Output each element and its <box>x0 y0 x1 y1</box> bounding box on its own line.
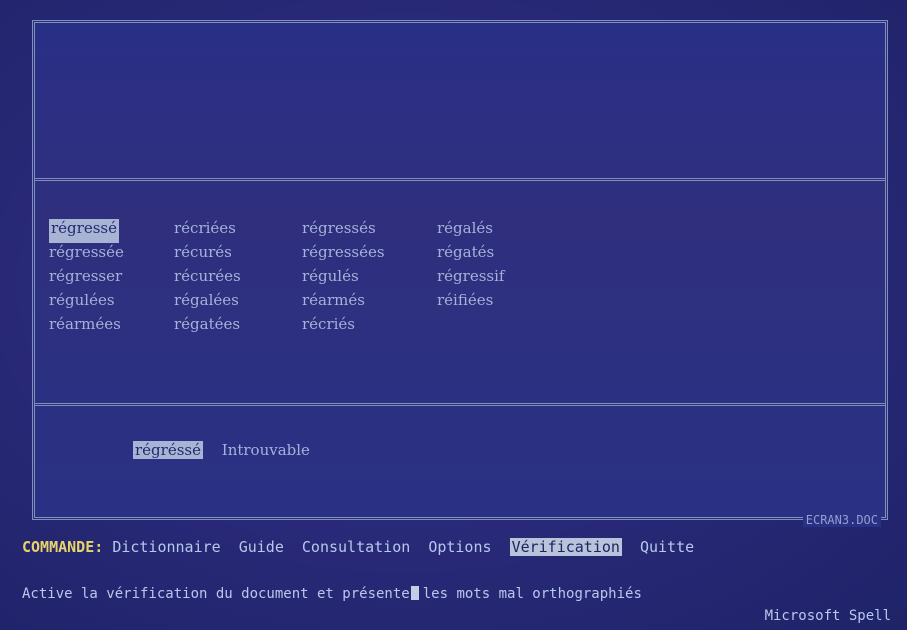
suggestion-item[interactable]: récurés <box>174 243 302 267</box>
suggestion-item[interactable]: récriées <box>174 219 302 243</box>
suggestion-item[interactable]: réifiées <box>437 291 567 315</box>
suggestion-item[interactable]: régressée <box>49 243 174 267</box>
menu-item-dictionnaire[interactable]: Dictionnaire <box>112 538 220 556</box>
suggestion-item[interactable]: régressées <box>302 243 437 267</box>
misspelled-word: régréssé <box>133 441 203 459</box>
suggestion-item-empty <box>437 315 567 339</box>
suggestion-item[interactable]: réarmées <box>49 315 174 339</box>
command-menu: COMMANDE: Dictionnaire Guide Consultatio… <box>22 538 703 556</box>
suggestion-item[interactable]: récriés <box>302 315 437 339</box>
status-message: Introuvable <box>221 441 310 459</box>
menu-item-quitte[interactable]: Quitte <box>640 538 694 556</box>
suggestion-item[interactable]: régatés <box>437 243 567 267</box>
divider-bottom <box>35 403 885 406</box>
suggestion-item[interactable]: régulés <box>302 267 437 291</box>
suggestion-item[interactable]: régresser <box>49 267 174 291</box>
dos-screen: régressé récriées régressés régalés régr… <box>0 0 907 630</box>
suggestion-item[interactable]: régressé <box>49 219 119 243</box>
menu-item-guide[interactable]: Guide <box>239 538 284 556</box>
status-line: régréssé Introuvable <box>133 441 310 459</box>
suggestion-item[interactable]: régatées <box>174 315 302 339</box>
text-cursor <box>410 586 419 600</box>
divider-top <box>35 178 885 181</box>
menu-item-options[interactable]: Options <box>428 538 491 556</box>
document-name: ECRAN3.DOC <box>802 513 881 527</box>
help-text-end: les mots mal orthographiés <box>422 586 642 602</box>
suggestion-item[interactable]: régalées <box>174 291 302 315</box>
suggestion-item[interactable]: réarmés <box>302 291 437 315</box>
suggestion-item[interactable]: régalés <box>437 219 567 243</box>
suggestion-item[interactable]: récurées <box>174 267 302 291</box>
menu-item-verification[interactable]: Vérification <box>509 538 622 556</box>
spell-window: régressé récriées régressés régalés régr… <box>32 20 888 527</box>
suggestion-item[interactable]: régulées <box>49 291 174 315</box>
suggestion-item[interactable]: régressés <box>302 219 437 243</box>
command-label: COMMANDE: <box>22 538 104 556</box>
help-text-start: Active la vérification du document et pr… <box>22 586 410 602</box>
help-message: Active la vérification du document et pr… <box>22 586 642 602</box>
suggestion-item[interactable]: régressif <box>437 267 567 291</box>
app-name: Microsoft Spell <box>764 608 891 624</box>
suggestion-list: régressé récriées régressés régalés régr… <box>49 219 567 339</box>
menu-item-consultation[interactable]: Consultation <box>302 538 410 556</box>
